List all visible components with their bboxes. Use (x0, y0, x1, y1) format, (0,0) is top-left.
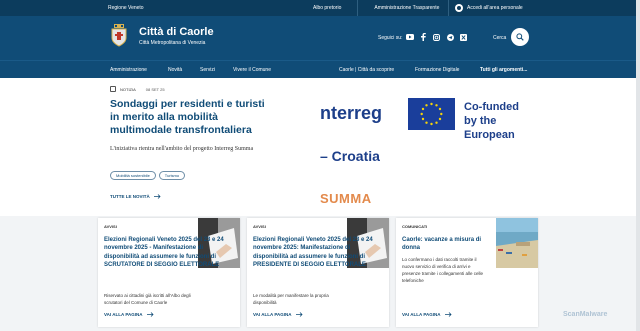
watermark: ScanMalware (563, 311, 608, 318)
main-nav: Amministrazione Novità Servizi Vivere il… (0, 60, 640, 78)
card-title[interactable]: Elezioni Regionali Veneto 2025 del 23 e … (104, 236, 236, 270)
arrow-right-icon (444, 312, 452, 317)
card-text: Riservato ai cittadini già iscritti all'… (104, 293, 191, 305)
card-title[interactable]: Elezioni Regionali Veneto 2025 del 23 e … (253, 236, 385, 270)
card-link[interactable]: VAI ALLA PAGINA (402, 312, 452, 317)
news-card[interactable]: AVVISI Elezioni Regionali Veneto 2025 de… (247, 218, 389, 327)
card-link-label: VAI ALLA PAGINA (104, 312, 143, 317)
hero-title[interactable]: Sondaggi per residenti e turisti in meri… (110, 98, 275, 137)
croatia-text: – Croatia (320, 148, 380, 164)
follow-label: Seguici su: (378, 35, 403, 41)
scrollbar[interactable] (636, 0, 640, 331)
user-icon (455, 4, 463, 12)
card-image (496, 218, 538, 268)
interreg-logo-text: nterreg (320, 103, 383, 123)
search-label: Cerca (493, 35, 507, 41)
region-link[interactable]: Regione Veneto (108, 5, 144, 11)
card-link-label: VAI ALLA PAGINA (253, 312, 292, 317)
all-news-link[interactable]: TUTTE LE NOVITÀ (110, 194, 161, 199)
eu-flag-icon (408, 98, 455, 130)
amministrazione-trasparente-link[interactable]: Amministrazione Trasparente (357, 0, 455, 16)
city-crest-icon[interactable] (111, 24, 127, 47)
search-button[interactable] (511, 28, 529, 46)
card-link-label: VAI ALLA PAGINA (402, 312, 441, 317)
top-links: Albo pretorio Amministrazione Trasparent… (297, 0, 455, 16)
card-category: AVVISI (104, 224, 117, 229)
facebook-icon[interactable] (418, 32, 428, 42)
arrow-right-icon (295, 312, 303, 317)
nav-item-novita[interactable]: Novità (168, 67, 182, 73)
hero-text: NOTIZIA 08 SET 25 Sondaggi per residenti… (110, 78, 320, 216)
card-link[interactable]: VAI ALLA PAGINA (253, 312, 303, 317)
news-meta: NOTIZIA 08 SET 25 (110, 86, 165, 92)
youtube-icon[interactable] (405, 32, 415, 42)
summa-text: SUMMA (320, 191, 372, 206)
all-news-label: TUTTE LE NOVITÀ (110, 194, 150, 199)
tag-mobilita-sostenibile[interactable]: Mobilità sostenibile (110, 171, 156, 180)
nav-item-formazione-digitale[interactable]: Formazione Digitale (415, 67, 459, 73)
cofunded-text: Co-funded by the European (464, 101, 519, 141)
hero-section: NOTIZIA 08 SET 25 Sondaggi per residenti… (0, 78, 640, 216)
hero-image[interactable]: nterreg Co-funded by the European – Croa… (320, 78, 540, 216)
tag-turismo[interactable]: Turismo (158, 171, 186, 180)
card-title[interactable]: Caorle: vacanze a misura di donna (402, 236, 490, 253)
site-name[interactable]: Città di Caorle (139, 26, 214, 38)
calendar-icon (110, 86, 116, 92)
site-subtitle: Città Metropolitana di Venezia (139, 40, 206, 46)
arrow-right-icon (153, 194, 161, 199)
x-icon[interactable] (458, 32, 468, 42)
site-header: Città di Caorle Città Metropolitana di V… (0, 16, 640, 60)
news-badge: NOTIZIA (120, 86, 136, 92)
nav-item-servizi[interactable]: Servizi (200, 67, 215, 73)
nav-item-tutti-gli-argomenti[interactable]: Tutti gli argomenti... (480, 67, 527, 73)
news-date: 08 SET 25 (145, 86, 165, 92)
nav-item-amministrazione[interactable]: Amministrazione (110, 67, 147, 73)
news-card[interactable]: COMUNICATI Caorle: vacanze a misura di d… (396, 218, 538, 327)
hero-tags: Mobilità sostenibile Turismo (110, 171, 186, 180)
login-button[interactable]: Accedi all'area personale (448, 0, 523, 16)
nav-item-citta-da-scoprire[interactable]: Caorle | Città da scoprire (339, 67, 394, 73)
card-link[interactable]: VAI ALLA PAGINA (104, 312, 154, 317)
nav-item-vivere-il-comune[interactable]: Vivere il Comune (233, 67, 271, 73)
hero-description: L'iniziativa rientra nell'ambito del pro… (110, 146, 254, 152)
login-label: Accedi all'area personale (467, 5, 523, 11)
instagram-icon[interactable] (431, 32, 441, 42)
albo-pretorio-link[interactable]: Albo pretorio (297, 0, 357, 16)
card-category: COMUNICATI (402, 224, 428, 229)
news-card[interactable]: AVVISI Elezioni Regionali Veneto 2025 de… (98, 218, 240, 327)
card-text: Le modalità per manifestare la propria d… (253, 293, 329, 305)
search-icon (516, 33, 524, 41)
card-text: Lo confermano i dati raccolti tramite il… (402, 257, 484, 283)
card-category: AVVISI (253, 224, 266, 229)
top-bar: Regione Veneto Albo pretorio Amministraz… (0, 0, 640, 16)
telegram-icon[interactable] (445, 32, 455, 42)
arrow-right-icon (146, 312, 154, 317)
